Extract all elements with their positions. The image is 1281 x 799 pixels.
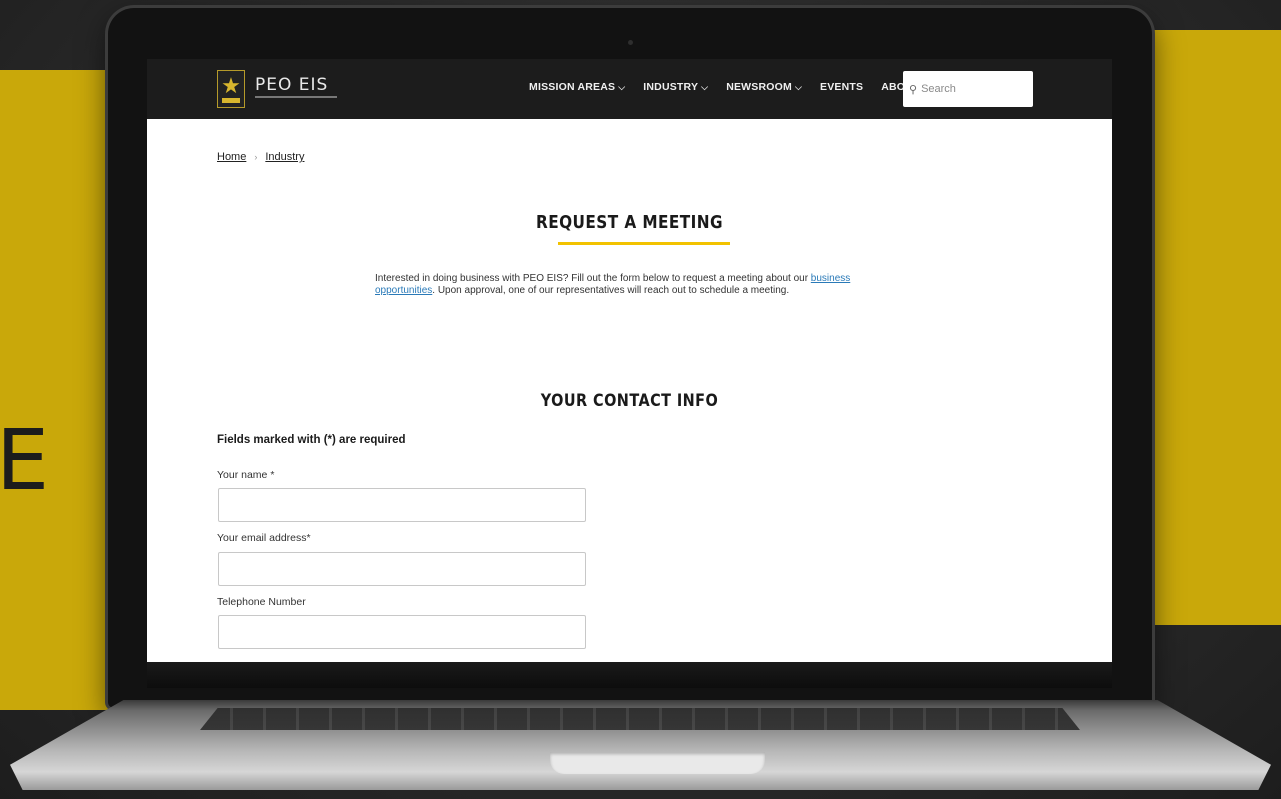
nav-events[interactable]: EVENTS: [820, 81, 863, 93]
chevron-down-icon: ⌵: [701, 81, 709, 92]
search-icon: ⚲: [909, 83, 918, 96]
search-input[interactable]: [921, 83, 1022, 95]
background-letter: E: [0, 411, 50, 509]
laptop-bezel: [147, 662, 1112, 688]
army-star-logo-icon[interactable]: ★: [217, 70, 245, 108]
name-field[interactable]: [218, 488, 586, 522]
breadcrumb-home-link[interactable]: Home: [217, 151, 246, 163]
title-underline: [558, 242, 730, 245]
top-navigation-bar: ★ PEO EIS MISSION AREAS ⌵ INDUSTRY ⌵ NEWSR…: [147, 59, 1112, 119]
site-brand[interactable]: PEO EIS: [255, 75, 328, 95]
intro-paragraph: Interested in doing business with PEO EI…: [375, 273, 851, 296]
required-fields-note: Fields marked with (*) are required: [217, 434, 406, 446]
laptop-notch: [550, 752, 765, 774]
breadcrumb: Home › Industry: [217, 151, 304, 163]
page-title: REQUEST A MEETING: [536, 212, 723, 233]
camera-icon: [628, 40, 633, 45]
email-label: Your email address*: [217, 532, 311, 544]
telephone-field[interactable]: [218, 615, 586, 649]
name-label: Your name *: [217, 469, 275, 481]
search-box[interactable]: ⚲: [903, 71, 1033, 107]
telephone-label: Telephone Number: [217, 596, 306, 608]
chevron-down-icon: ⌵: [618, 81, 626, 92]
chevron-down-icon: ⌵: [794, 81, 802, 92]
laptop-screen: ★ PEO EIS MISSION AREAS ⌵ INDUSTRY ⌵ NEWSR…: [147, 59, 1112, 662]
nav-mission-areas[interactable]: MISSION AREAS ⌵: [529, 81, 625, 93]
email-field[interactable]: [218, 552, 586, 586]
laptop-keyboard: [200, 708, 1080, 730]
contact-info-heading: YOUR CONTACT INFO: [540, 391, 719, 411]
breadcrumb-separator: ›: [254, 152, 258, 162]
breadcrumb-current-link[interactable]: Industry: [265, 151, 304, 163]
main-nav: MISSION AREAS ⌵ INDUSTRY ⌵ NEWSROOM ⌵ EVENT…: [529, 81, 930, 93]
brand-underline: [255, 96, 337, 98]
nav-newsroom[interactable]: NEWSROOM ⌵: [726, 81, 802, 93]
nav-industry[interactable]: INDUSTRY ⌵: [643, 81, 708, 93]
